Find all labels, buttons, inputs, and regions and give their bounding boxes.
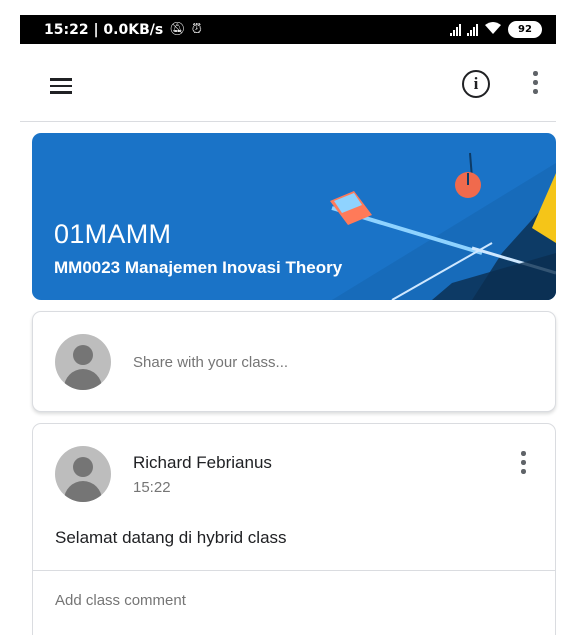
more-vertical-icon[interactable] xyxy=(530,71,540,97)
alarm-clock-icon: ⏰︎ xyxy=(191,22,202,37)
status-right: 92 xyxy=(450,21,542,39)
avatar xyxy=(55,334,111,390)
add-comment-input[interactable] xyxy=(55,592,535,609)
share-placeholder[interactable]: Share with your class... xyxy=(133,354,288,371)
class-name: 01MAMM xyxy=(54,219,172,249)
avatar xyxy=(55,446,111,502)
status-left: 15:22 | 0.0KB/s 🔕︎ ⏰︎ xyxy=(44,22,202,38)
hamburger-menu-icon[interactable] xyxy=(50,78,72,94)
info-circle-icon[interactable]: i xyxy=(462,70,490,98)
post-card: Richard Febrianus 15:22 Selamat datang d… xyxy=(32,423,556,635)
post-time: 15:22 xyxy=(133,479,171,496)
battery-icon: 92 xyxy=(508,21,542,38)
app-bar: i xyxy=(20,44,556,122)
app-bar-divider xyxy=(20,121,556,122)
class-banner[interactable]: 01MAMM MM0023 Manajemen Inovasi Theory xyxy=(32,133,556,300)
class-subtitle: MM0023 Manajemen Inovasi Theory xyxy=(54,258,343,277)
signal-icon xyxy=(450,23,461,36)
bell-off-icon: 🔕︎ xyxy=(169,22,186,37)
signal-icon xyxy=(467,23,478,36)
share-card[interactable]: Share with your class... xyxy=(32,311,556,412)
post-text: Selamat datang di hybrid class xyxy=(55,528,287,547)
post-author: Richard Febrianus xyxy=(133,453,272,472)
more-vertical-icon[interactable] xyxy=(518,451,528,477)
post-divider xyxy=(33,570,555,571)
wifi-icon xyxy=(484,21,502,39)
status-time: 15:22 | 0.0KB/s xyxy=(44,21,164,38)
status-bar: 15:22 | 0.0KB/s 🔕︎ ⏰︎ 92 xyxy=(20,15,556,44)
